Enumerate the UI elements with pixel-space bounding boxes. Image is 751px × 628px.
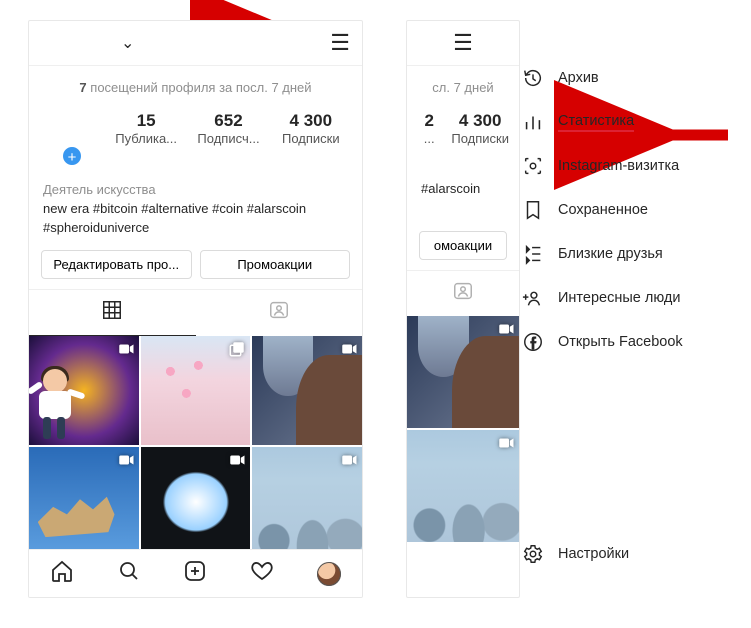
side-menu: Архив Статистика Instagram-визитка Сохра… [518,56,724,576]
post-thumb[interactable] [407,316,519,428]
add-story-badge[interactable]: + [61,145,83,167]
menu-close-friends[interactable]: Близкие друзья [518,232,724,276]
video-icon [497,434,515,457]
nav-profile[interactable] [317,562,341,586]
bio-line2: #spheroidunivеrce [43,219,348,238]
post-thumb[interactable] [141,336,251,446]
stat-posts[interactable]: 15 Публика... [105,111,187,146]
profile-screen: ⌄ ☰ 7 посещений профиля за посл. 7 дней … [28,20,363,598]
tab-grid[interactable] [29,290,196,336]
profile-screen-under-menu: ☰ сл. 7 дней 2 ... 4 300 Подписки #alars… [406,20,520,598]
video-icon [497,320,515,343]
menu-saved[interactable]: Сохраненное [518,188,724,232]
bio-category: Деятель искусства [43,181,348,200]
edit-profile-button[interactable]: Редактировать про... [41,250,192,279]
sticker [29,363,85,445]
stat-followers[interactable]: 2 ... [407,111,451,146]
post-thumb[interactable] [29,336,139,446]
menu-nametag[interactable]: Instagram-визитка [518,144,724,188]
post-thumb[interactable] [29,447,139,557]
stat-following[interactable]: 4 300 Подписки [451,111,509,146]
post-thumb[interactable] [141,447,251,557]
video-icon [117,451,135,474]
menu-button[interactable]: ☰ [330,32,350,54]
video-icon [228,451,246,474]
promotions-button[interactable]: омоакции [419,231,507,260]
insights-bar[interactable]: 7 посещений профиля за посл. 7 дней [29,65,362,111]
insights-count: 7 [79,80,86,95]
menu-open-facebook[interactable]: Открыть Facebook [518,320,724,364]
carousel-icon [228,340,246,363]
promotions-button[interactable]: Промоакции [200,250,351,279]
menu-discover-people[interactable]: Интересные люди [518,276,724,320]
video-icon [340,451,358,474]
menu-settings[interactable]: Настройки [518,532,724,576]
video-icon [117,340,135,363]
insights-label: посещений профиля за посл. 7 дней [90,80,311,95]
video-icon [340,340,358,363]
nav-activity[interactable] [250,559,274,588]
menu-statistics[interactable]: Статистика [518,100,724,144]
nav-search[interactable] [117,559,141,588]
menu-button[interactable]: ☰ [453,32,473,54]
bio-line1: new era #bitcoin #alternative #coin #ala… [43,200,348,219]
insights-bar: сл. 7 дней [407,65,519,111]
bio-fragment: #alarscoin [421,180,505,199]
nav-home[interactable] [50,559,74,588]
stat-followers[interactable]: 652 Подписч... [187,111,269,146]
post-thumb[interactable] [407,430,519,542]
tab-tagged[interactable] [407,271,519,316]
tab-tagged[interactable] [196,290,363,336]
stat-following[interactable]: 4 300 Подписки [270,111,352,146]
menu-archive[interactable]: Архив [518,56,724,100]
post-thumb[interactable] [252,447,362,557]
nav-add[interactable] [183,559,207,588]
post-thumb[interactable] [252,336,362,446]
account-switcher[interactable]: ⌄ [121,33,134,53]
